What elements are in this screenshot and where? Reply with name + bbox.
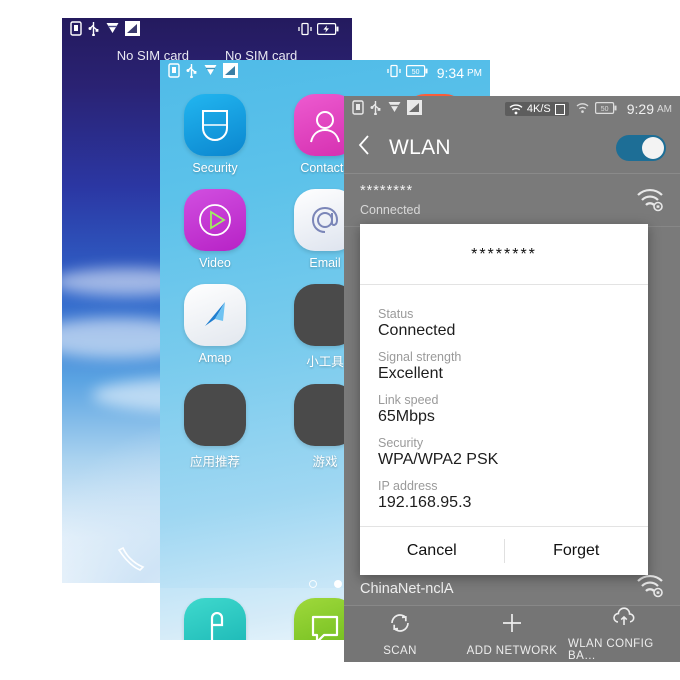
field-value-security: WPA/WPA2 PSK — [378, 451, 499, 468]
download-icon — [105, 21, 120, 41]
sim-icon — [70, 21, 82, 41]
network-detail-dialog: ******** Status Connected Signal strengt… — [360, 224, 648, 575]
field-label-ip: IP address — [378, 479, 438, 493]
forget-button[interactable]: Forget — [505, 527, 649, 575]
page-dot-active[interactable] — [333, 580, 342, 588]
network-item-chinanet[interactable]: ChinaNet-nclA — [344, 572, 680, 607]
app-label: Email — [309, 256, 341, 270]
app-label: Contacts — [300, 161, 350, 175]
wifi-toggle-switch[interactable] — [616, 134, 666, 161]
wifi-icon — [509, 104, 523, 115]
wlan-screen: 4K/S 50 9:29 AM WLAN ******** Connected … — [344, 96, 680, 662]
app-label: 游戏 — [312, 455, 338, 469]
network-ssid: ChinaNet-nclA — [360, 581, 454, 597]
wifi-secure-icon — [636, 188, 664, 217]
app-item-amap[interactable]: Amap — [160, 284, 270, 370]
battery-icon: 50 — [594, 101, 617, 117]
drawer-clock: 9:34 — [436, 65, 464, 81]
battery-icon — [317, 22, 339, 40]
phone-handset-icon[interactable] — [114, 546, 148, 581]
svg-text:50: 50 — [600, 106, 608, 113]
wlan-meridiem: AM — [657, 103, 672, 115]
field-value-status: Connected — [378, 322, 456, 339]
cancel-button[interactable]: Cancel — [360, 527, 504, 575]
navigation-icon — [184, 284, 246, 346]
wlan-config-backup-label: WLAN CONFIG BA… — [568, 638, 654, 662]
app-label: 应用推荐 — [189, 455, 240, 469]
page-title: WLAN — [389, 135, 451, 159]
page-dot[interactable] — [308, 580, 317, 588]
plus-icon — [500, 611, 524, 640]
app-item-video[interactable]: Video — [160, 189, 270, 270]
usb-icon — [185, 63, 198, 83]
wlan-action-bar: WLAN — [344, 122, 680, 174]
app-folder-recommend[interactable]: 应用推荐 — [160, 384, 270, 470]
add-network-label: ADD NETWORK — [466, 645, 558, 657]
dock-item-phone[interactable]: Phone — [160, 598, 270, 640]
scan-button[interactable]: SCAN — [344, 606, 456, 662]
refresh-icon — [388, 611, 412, 640]
download-icon — [203, 63, 218, 83]
network-item-connected[interactable]: ******** Connected — [344, 174, 680, 227]
app-item-security[interactable]: Security — [160, 94, 270, 175]
sim-icon — [352, 100, 364, 118]
folder-icon — [184, 384, 246, 446]
wifi-hotspot-icon — [575, 102, 590, 117]
scan-label: SCAN — [383, 645, 417, 657]
field-label-linkspeed: Link speed — [378, 393, 439, 407]
app-label: Video — [199, 256, 231, 270]
network-ssid: ******** — [360, 183, 414, 199]
battery-icon: 50 — [405, 64, 428, 82]
play-icon — [184, 189, 246, 251]
signal-icon — [407, 100, 422, 118]
app-label: Security — [192, 161, 238, 175]
field-value-linkspeed: 65Mbps — [378, 408, 435, 425]
dialog-body: Status Connected Signal strength Excelle… — [360, 285, 648, 526]
chevron-left-icon[interactable] — [358, 134, 371, 161]
shield-icon — [184, 94, 246, 156]
usb-icon — [369, 100, 382, 118]
dialog-buttons: Cancel Forget — [360, 526, 648, 575]
svg-text:50: 50 — [411, 69, 419, 76]
vibrate-icon — [387, 64, 401, 83]
wlan-clock: 9:29 — [626, 101, 654, 117]
signal-icon — [125, 21, 140, 41]
add-network-button[interactable]: ADD NETWORK — [456, 606, 568, 662]
wlan-config-backup-button[interactable]: WLAN CONFIG BA… — [568, 606, 680, 662]
wlan-status-bar: 4K/S 50 9:29 AM — [344, 96, 680, 122]
app-label: Amap — [198, 351, 232, 365]
dialog-title: ******** — [360, 224, 648, 285]
wlan-bottom-bar: SCAN ADD NETWORK WLAN CONFIG BA… — [344, 605, 680, 662]
network-status: Connected — [360, 203, 421, 217]
drawer-meridiem: PM — [467, 67, 482, 79]
sim-icon — [168, 63, 180, 83]
field-label-status: Status — [378, 307, 414, 321]
download-icon — [387, 100, 402, 118]
usb-icon — [87, 21, 100, 41]
field-label-signal: Signal strength — [378, 350, 462, 364]
phone-icon — [184, 598, 246, 640]
signal-icon — [223, 63, 238, 83]
speed-label: 4K/S — [526, 103, 551, 115]
drawer-status-bar: 50 9:34 PM — [160, 60, 490, 86]
lock-status-bar — [62, 18, 352, 44]
app-label: 小工具 — [306, 355, 344, 369]
network-speed-badge: 4K/S — [504, 102, 569, 116]
vibrate-icon — [298, 22, 312, 41]
field-value-ip: 192.168.95.3 — [378, 494, 472, 511]
field-value-signal: Excellent — [378, 365, 443, 382]
field-label-security: Security — [378, 436, 424, 450]
cloud-upload-icon — [611, 606, 637, 633]
wlan-settings-phone: 4K/S 50 9:29 AM WLAN ******** Connected … — [344, 96, 680, 662]
wifi-secure-icon — [636, 574, 664, 603]
